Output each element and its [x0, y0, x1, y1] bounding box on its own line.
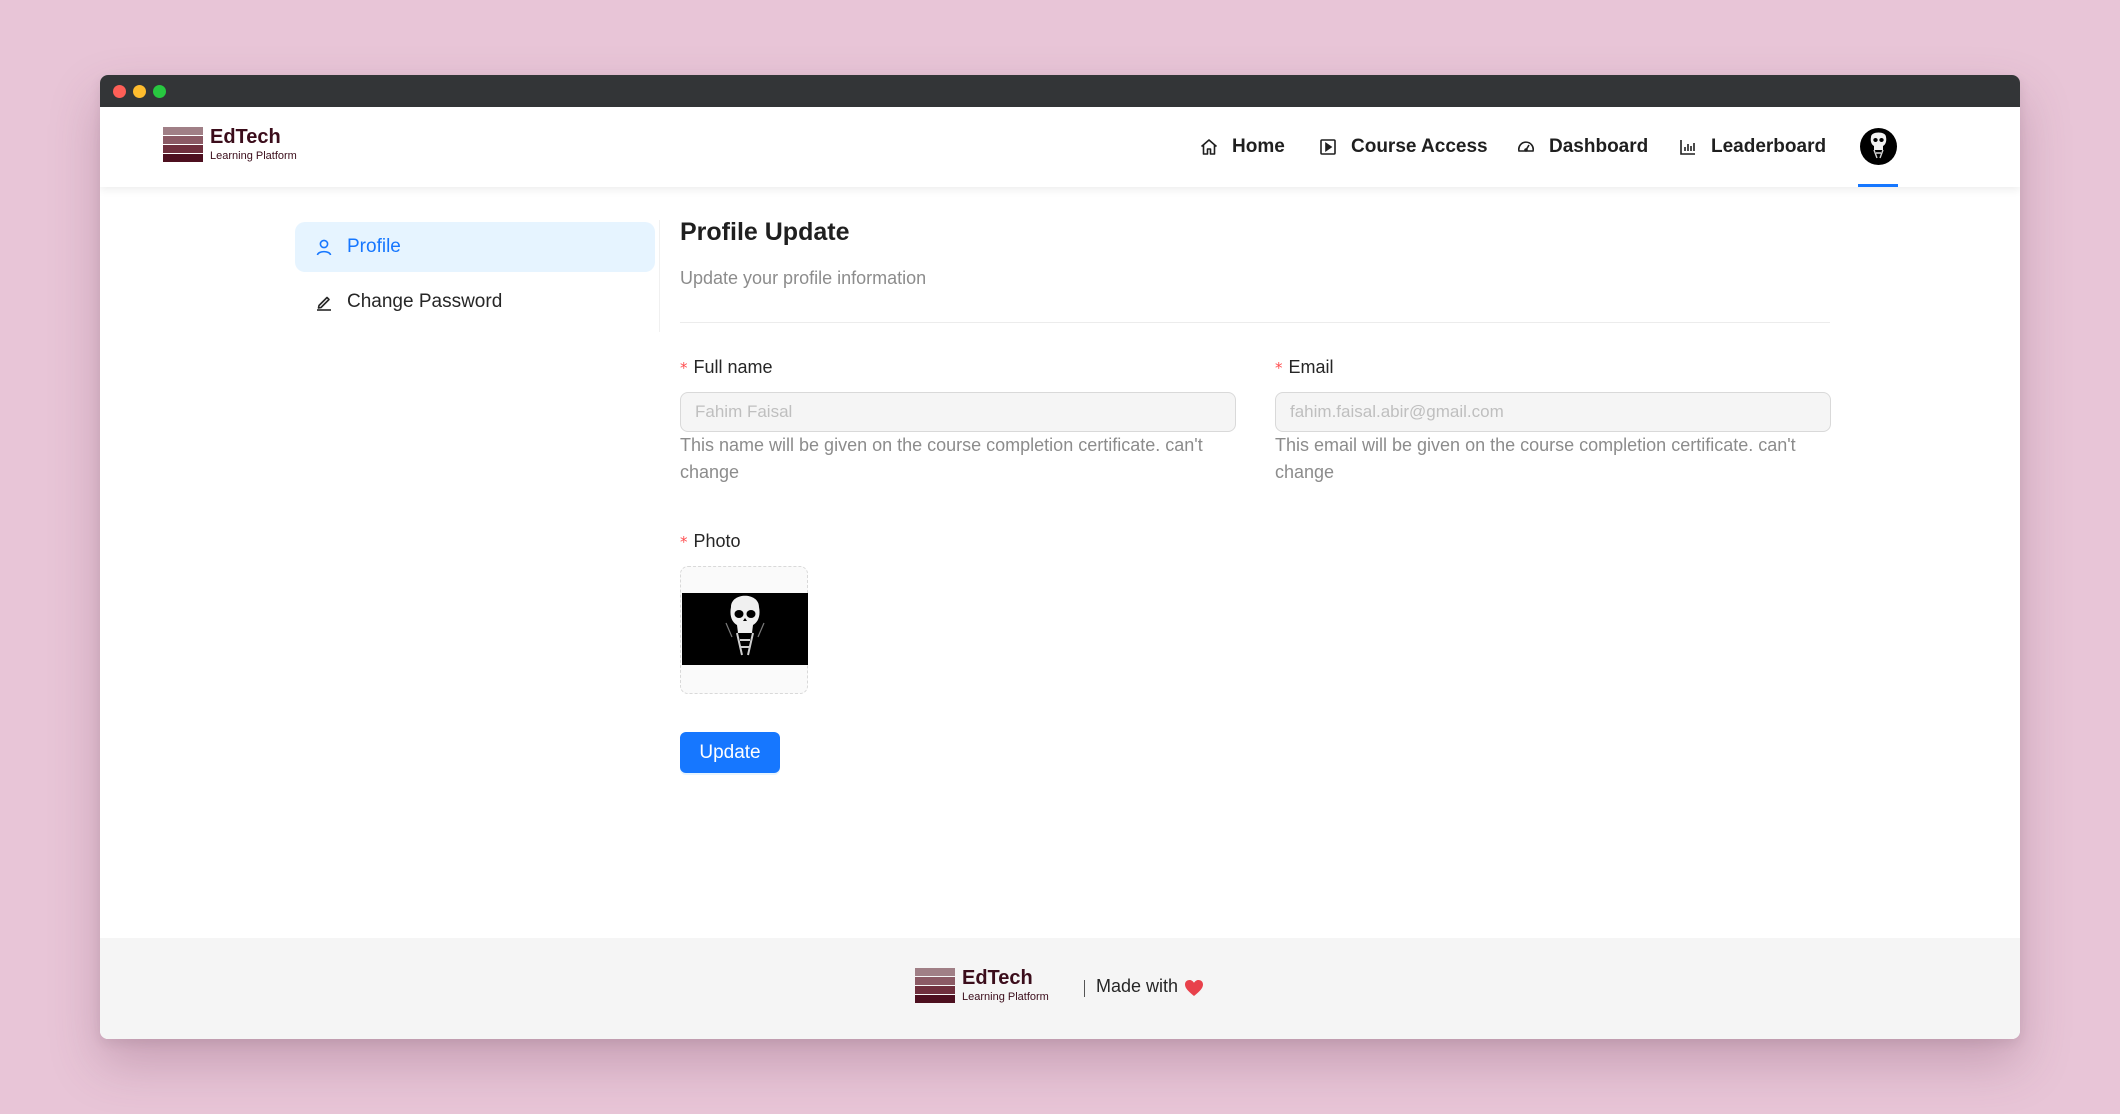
photo-label-text: Photo	[693, 531, 741, 551]
required-asterisk: *	[1275, 359, 1283, 377]
nav-dashboard-label: Dashboard	[1549, 136, 1649, 157]
sidebar-item-label: Change Password	[347, 291, 503, 312]
nav-leaderboard-label: Leaderboard	[1711, 136, 1827, 157]
footer: EdTech Learning Platform Made with	[100, 938, 2020, 1039]
sidebar-item-profile[interactable]: Profile	[295, 222, 655, 272]
footer-logo[interactable]: EdTech Learning Platform	[915, 967, 1075, 1012]
required-asterisk: *	[680, 359, 688, 377]
footer-separator	[1084, 980, 1085, 997]
user-menu[interactable]	[1858, 107, 1898, 187]
nav-dashboard[interactable]: Dashboard	[1516, 107, 1648, 187]
page-subtitle: Update your profile information	[680, 268, 927, 288]
sidebar-item-label: Profile	[347, 236, 401, 257]
full-name-input[interactable]	[680, 392, 1236, 432]
logo-tagline: Learning Platform	[210, 150, 297, 162]
section-divider	[680, 322, 1830, 323]
dashboard-icon	[1518, 141, 1534, 152]
photo-upload[interactable]	[680, 566, 808, 694]
nav-course-access-label: Course Access	[1351, 136, 1488, 157]
email-input[interactable]	[1275, 392, 1831, 432]
sidebar-divider	[659, 220, 660, 332]
maximize-window-button[interactable]	[153, 85, 166, 98]
heart-icon	[1185, 980, 1203, 996]
minimize-window-button[interactable]	[133, 85, 146, 98]
home-icon	[1200, 139, 1218, 155]
sidebar-item-change-password[interactable]: Change Password	[295, 277, 655, 327]
email-label-text: Email	[1288, 357, 1334, 377]
full-name-label-text: Full name	[693, 357, 773, 377]
email-help: This email will be given on the course c…	[1275, 435, 1796, 482]
skull-photo-image	[725, 595, 765, 656]
logo-title: EdTech	[210, 126, 281, 148]
nav-home[interactable]: Home	[1199, 107, 1285, 187]
skull-avatar-image	[1870, 132, 1887, 159]
header-logo[interactable]: EdTech Learning Platform	[163, 126, 323, 171]
nav-home-label: Home	[1232, 136, 1285, 157]
active-menu-indicator	[1858, 184, 1898, 187]
bar-chart-icon	[1680, 140, 1695, 155]
email-label: * Email	[1275, 357, 1334, 378]
required-asterisk: *	[680, 533, 688, 551]
page-title: Profile Update	[680, 218, 850, 246]
window-titlebar	[100, 75, 2020, 107]
update-button[interactable]: Update	[680, 732, 780, 773]
footer-logo-title: EdTech	[962, 967, 1033, 989]
photo-preview	[682, 593, 808, 665]
user-avatar[interactable]	[1860, 128, 1897, 165]
play-square-icon	[1320, 139, 1336, 155]
full-name-label: * Full name	[680, 357, 773, 378]
made-with-text: Made with	[1096, 976, 1179, 996]
footer-logo-tagline: Learning Platform	[962, 991, 1049, 1003]
edit-icon	[317, 296, 331, 311]
user-icon	[316, 239, 332, 256]
close-window-button[interactable]	[113, 85, 126, 98]
nav-leaderboard[interactable]: Leaderboard	[1678, 107, 1826, 187]
nav-course-access[interactable]: Course Access	[1318, 107, 1488, 187]
full-name-help: This name will be given on the course co…	[680, 435, 1203, 482]
photo-label: * Photo	[680, 531, 741, 552]
top-navbar: EdTech Learning Platform Home Course Acc…	[100, 107, 2020, 187]
browser-window: EdTech Learning Platform Home Course Acc…	[100, 75, 2020, 1039]
